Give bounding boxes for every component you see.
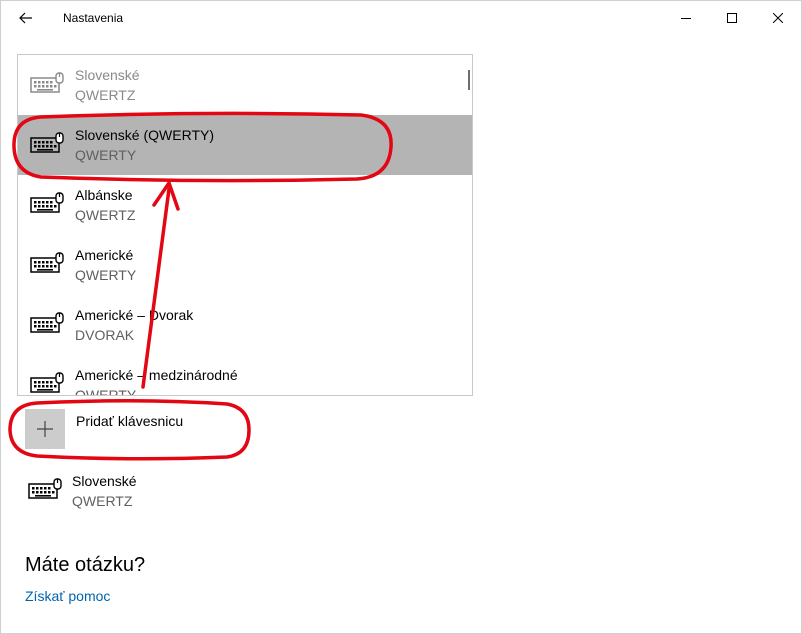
keyboard-layout: QWERTY [75, 267, 137, 283]
title-bar: Nastavenia [1, 1, 801, 35]
maximize-icon [727, 13, 737, 23]
get-help-link[interactable]: Získať pomoc [25, 588, 110, 604]
keyboard-icon [30, 372, 64, 395]
scrollbar-thumb[interactable] [468, 70, 470, 90]
installed-keyboard-item[interactable]: Slovenské QWERTZ [25, 469, 325, 513]
list-item-keyboard[interactable]: Slovenské (QWERTY) QWERTY [18, 115, 472, 175]
keyboard-layout: QWERTZ [75, 87, 136, 103]
keyboard-layout: QWERTY [75, 387, 137, 396]
keyboard-name: Americké [75, 247, 134, 263]
keyboard-name: Albánske [75, 187, 133, 203]
keyboard-icon [28, 478, 62, 505]
settings-window: Nastavenia Slovenské QWERTZ Slovenské (Q… [0, 0, 802, 634]
add-icon-tile [25, 409, 65, 449]
list-item-keyboard[interactable]: Americké – medzinárodné QWERTY [18, 355, 472, 396]
keyboard-icon [30, 312, 64, 339]
arrow-left-icon [19, 12, 32, 24]
list-item-keyboard[interactable]: Americké – Dvorak DVORAK [18, 295, 472, 355]
keyboard-name: Slovenské [72, 473, 137, 489]
back-button[interactable] [9, 3, 43, 33]
list-item-keyboard: Slovenské QWERTZ [18, 55, 472, 115]
window-title: Nastavenia [63, 11, 124, 25]
keyboard-name: Americké – Dvorak [75, 307, 194, 323]
keyboard-icon [30, 252, 64, 279]
list-item-keyboard[interactable]: Albánske QWERTZ [18, 175, 472, 235]
keyboard-name: Americké – medzinárodné [75, 367, 238, 383]
keyboard-name: Slovenské (QWERTY) [75, 127, 214, 143]
keyboard-icon [30, 192, 64, 219]
minimize-button[interactable] [663, 1, 709, 35]
list-item-keyboard[interactable]: Americké QWERTY [18, 235, 472, 295]
plus-icon [37, 421, 53, 437]
close-icon [773, 13, 783, 23]
keyboard-layout: QWERTY [75, 147, 137, 163]
keyboard-layout: DVORAK [75, 327, 135, 343]
keyboard-layout: QWERTZ [72, 493, 133, 509]
keyboard-icon [30, 72, 64, 99]
add-keyboard-label: Pridať klávesnicu [76, 413, 184, 429]
keyboard-dropdown-list[interactable]: Slovenské QWERTZ Slovenské (QWERTY) QWER… [17, 54, 473, 396]
maximize-button[interactable] [709, 1, 755, 35]
keyboard-name: Slovenské [75, 67, 140, 83]
keyboard-icon [30, 132, 64, 159]
minimize-icon [681, 18, 691, 19]
help-heading: Máte otázku? [25, 554, 146, 576]
close-button[interactable] [755, 1, 801, 35]
keyboard-layout: QWERTZ [75, 207, 136, 223]
add-keyboard-button[interactable]: Pridať klávesnicu [25, 409, 245, 449]
